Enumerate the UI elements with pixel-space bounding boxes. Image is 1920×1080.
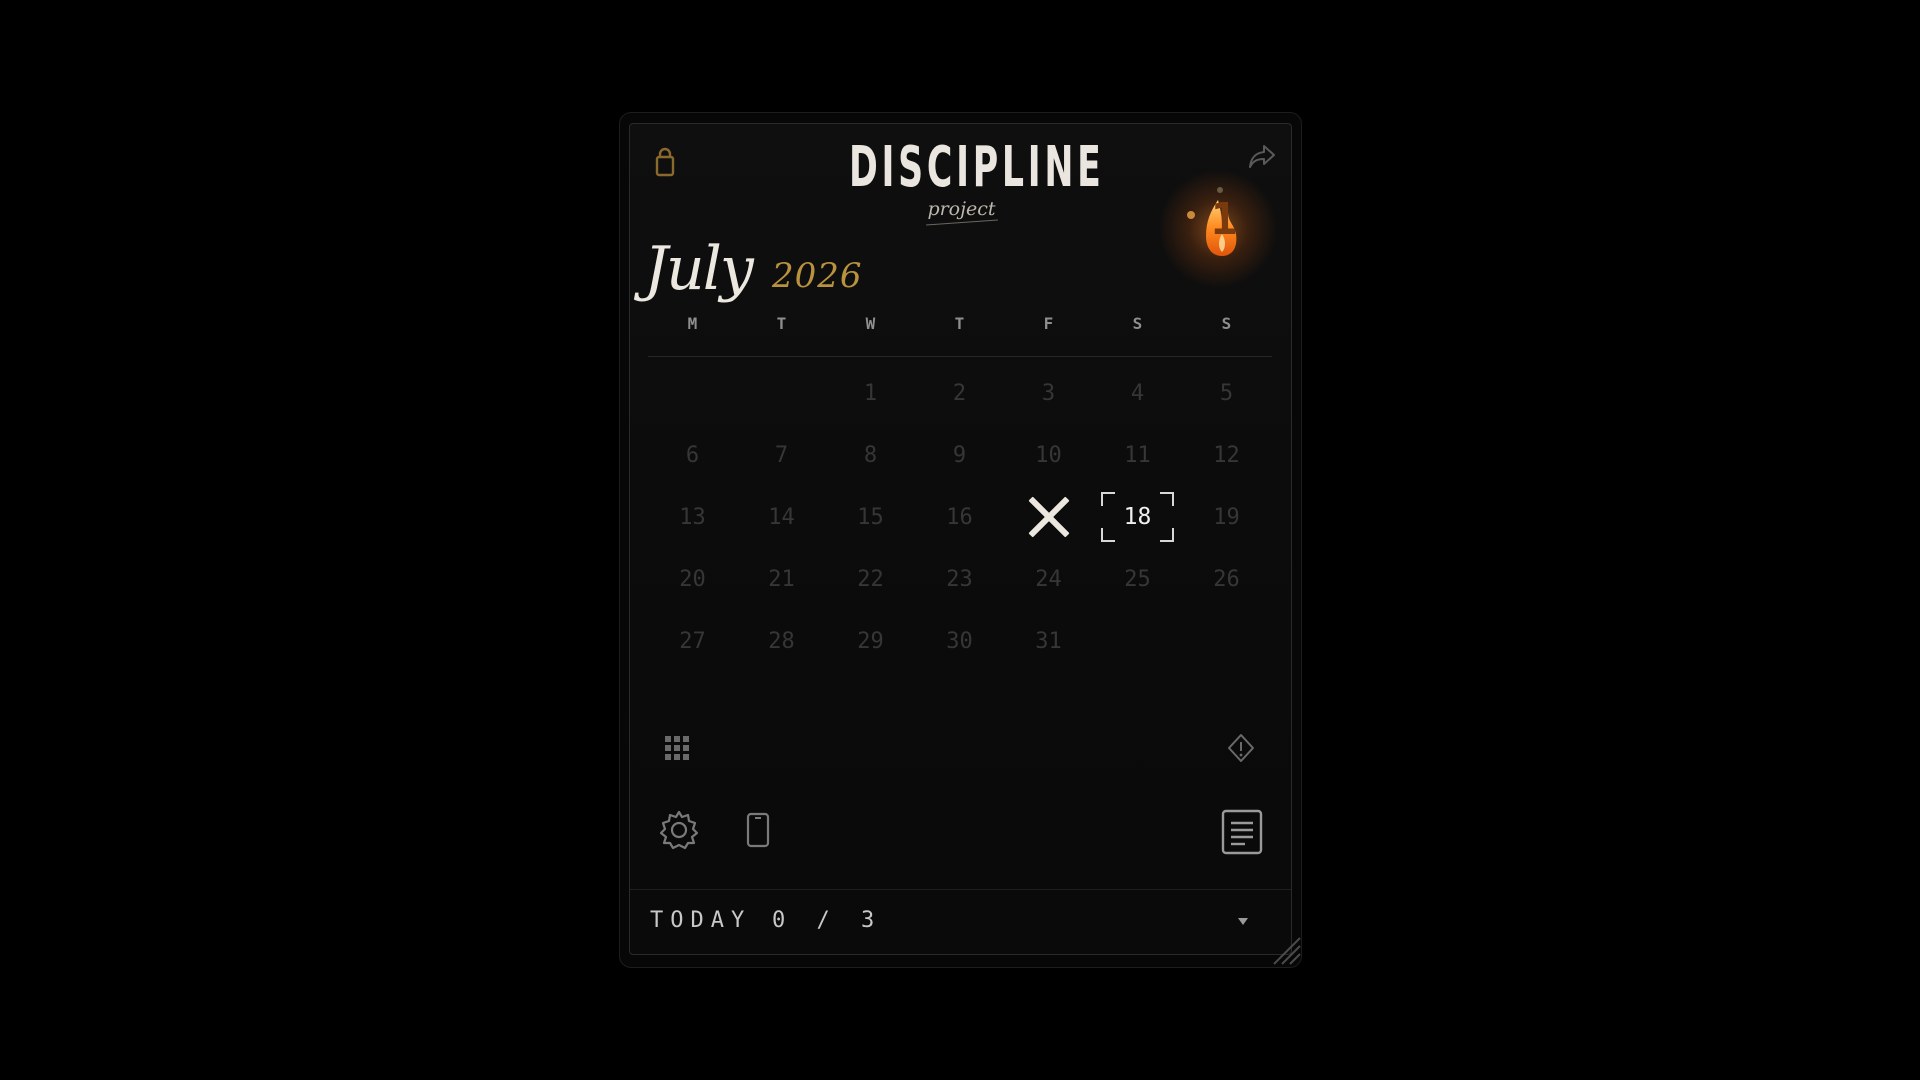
today-count: 0 / 3: [772, 908, 884, 933]
weekday-label: T: [776, 314, 787, 333]
calendar-grid: 1234567891011121314151617181920212223242…: [648, 362, 1272, 662]
calendar-day-number: 16: [946, 504, 973, 530]
today-label: TODAY: [650, 908, 752, 933]
calendar-day[interactable]: 5: [1182, 362, 1271, 424]
calendar-day[interactable]: 22: [826, 548, 915, 610]
calendar-day[interactable]: 19: [1182, 486, 1271, 548]
calendar-day[interactable]: 8: [826, 424, 915, 486]
streak-count: 1: [1210, 194, 1238, 245]
month-year: 2026: [772, 256, 863, 296]
calendar-day-number: 4: [1130, 380, 1145, 406]
calendar-day[interactable]: 15: [826, 486, 915, 548]
calendar-day-number: 10: [1035, 442, 1062, 468]
calendar-day-number: 1: [863, 380, 878, 406]
chevron-down-icon: [1238, 918, 1248, 925]
flame-icon[interactable]: 1: [1178, 164, 1258, 274]
calendar-day[interactable]: 29: [826, 610, 915, 672]
calendar-day[interactable]: 21: [737, 548, 826, 610]
calendar-day-number: 21: [768, 566, 795, 592]
calendar-day[interactable]: 23: [915, 548, 1004, 610]
calendar-day[interactable]: 30: [915, 610, 1004, 672]
calendar-day[interactable]: 4: [1093, 362, 1182, 424]
resize-grip-icon[interactable]: [1268, 932, 1302, 968]
calendar-day-number: 20: [679, 566, 706, 592]
calendar-day-today[interactable]: 18: [1093, 486, 1182, 548]
calendar-day[interactable]: 7: [737, 424, 826, 486]
calendar-day[interactable]: 16: [915, 486, 1004, 548]
calendar-day[interactable]: 31: [1004, 610, 1093, 672]
weekday-label: S: [1132, 314, 1143, 333]
weekday-divider: [648, 356, 1272, 357]
calendar-day[interactable]: 9: [915, 424, 1004, 486]
today-bracket: [1160, 528, 1174, 542]
brand-logo: DISCIPLINE project: [780, 132, 1143, 242]
calendar-day-number: 25: [1124, 566, 1151, 592]
calendar-day-number: 11: [1124, 442, 1151, 468]
calendar-day-number: 12: [1213, 442, 1240, 468]
calendar-day-number: 14: [768, 504, 795, 530]
today-bracket: [1101, 492, 1115, 506]
alert-diamond-icon[interactable]: [1226, 732, 1256, 764]
calendar-day-number: 23: [946, 566, 973, 592]
weekday-header: MTWTFSS: [648, 314, 1272, 344]
calendar-day-number: 27: [679, 628, 706, 654]
today-bracket: [1101, 528, 1115, 542]
calendar-day[interactable]: 14: [737, 486, 826, 548]
brand-underline: [926, 219, 998, 226]
calendar-day[interactable]: 26: [1182, 548, 1271, 610]
calendar-day-number: 22: [857, 566, 884, 592]
calendar-day[interactable]: 2: [915, 362, 1004, 424]
brand-subtitle: project: [927, 198, 996, 220]
calendar-day-number: 19: [1213, 504, 1240, 530]
calendar-day-number: 2: [952, 380, 967, 406]
calendar-day-number: 5: [1219, 380, 1234, 406]
calendar-day[interactable]: 27: [648, 610, 737, 672]
calendar-day-number: 8: [863, 442, 878, 468]
calendar-day[interactable]: 13: [648, 486, 737, 548]
calendar-day-number: 3: [1041, 380, 1056, 406]
weekday-label: S: [1221, 314, 1232, 333]
weekday-label: T: [954, 314, 965, 333]
calendar-day[interactable]: 3: [1004, 362, 1093, 424]
calendar-day-number: 26: [1213, 566, 1240, 592]
calendar-day-number: 28: [768, 628, 795, 654]
month-name: July: [644, 234, 754, 304]
calendar-day[interactable]: 11: [1093, 424, 1182, 486]
weekday-label: W: [865, 314, 876, 333]
calendar-day[interactable]: 25: [1093, 548, 1182, 610]
today-bracket: [1160, 492, 1174, 506]
weekday-label: M: [687, 314, 698, 333]
calendar-day[interactable]: 1: [826, 362, 915, 424]
calendar-day[interactable]: 20: [648, 548, 737, 610]
calendar-day-number: 24: [1035, 566, 1062, 592]
calendar-day[interactable]: 28: [737, 610, 826, 672]
discipline-panel: DISCIPLINE project 1 July 2026 MTWTFSS 1…: [629, 123, 1292, 955]
phone-icon[interactable]: [745, 812, 771, 848]
calendar-day-number: 15: [857, 504, 884, 530]
calendar-day-number: 7: [774, 442, 789, 468]
brand-title: DISCIPLINE: [848, 135, 1105, 200]
calendar-day[interactable]: 6: [648, 424, 737, 486]
today-progress-dropdown[interactable]: TODAY 0 / 3: [630, 890, 1291, 954]
calendar-day-number: 18: [1123, 504, 1152, 530]
gear-icon[interactable]: [658, 809, 700, 851]
calendar-day-number: 6: [685, 442, 700, 468]
weekday-label: F: [1043, 314, 1054, 333]
lock-icon[interactable]: [652, 146, 678, 178]
notes-icon[interactable]: [1220, 808, 1264, 856]
grid-icon[interactable]: [664, 735, 690, 761]
calendar-day-number: 31: [1035, 628, 1062, 654]
calendar-day-number: 30: [946, 628, 973, 654]
calendar-day-number: 9: [952, 442, 967, 468]
calendar-day-number: 29: [857, 628, 884, 654]
calendar-day[interactable]: 24: [1004, 548, 1093, 610]
calendar-day[interactable]: 10: [1004, 424, 1093, 486]
calendar-day[interactable]: 12: [1182, 424, 1271, 486]
calendar-day-missed[interactable]: 17: [1004, 486, 1093, 548]
calendar-day-number: 13: [679, 504, 706, 530]
